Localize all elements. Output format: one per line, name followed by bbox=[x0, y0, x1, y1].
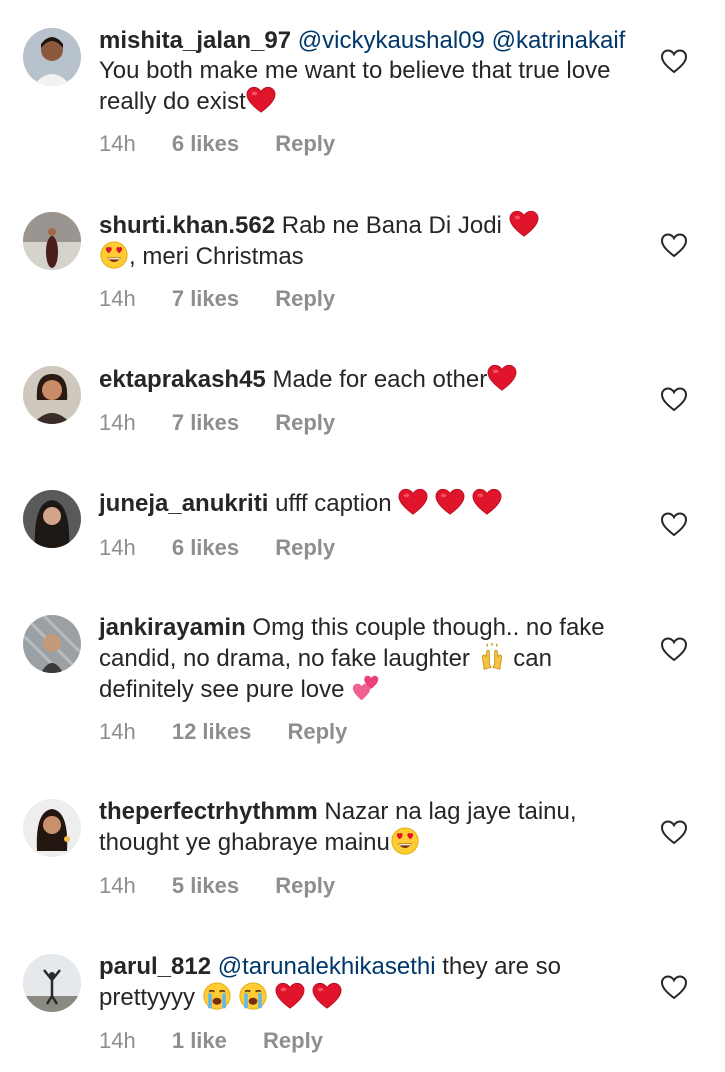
red-heart-emoji bbox=[487, 364, 517, 392]
heart-outline-icon[interactable] bbox=[660, 511, 688, 537]
comment-time: 14h bbox=[99, 1028, 136, 1053]
heart-outline-icon[interactable] bbox=[660, 386, 688, 412]
red-heart-emoji bbox=[509, 210, 539, 238]
red-heart-emoji bbox=[246, 86, 276, 114]
avatar[interactable] bbox=[23, 28, 81, 86]
comment-text: You both make me want to believe that tr… bbox=[99, 57, 611, 115]
reply-button[interactable]: Reply bbox=[275, 410, 335, 435]
red-heart-emoji bbox=[312, 982, 342, 1010]
comment-text: Rab ne Bana Di Jodi bbox=[281, 212, 502, 239]
comment-time: 14h bbox=[99, 286, 136, 311]
avatar[interactable] bbox=[23, 615, 81, 673]
comment-body: juneja_anukriti ufff caption bbox=[99, 488, 639, 519]
heart-outline-icon[interactable] bbox=[660, 48, 688, 74]
comment-username[interactable]: ektaprakash45 bbox=[99, 366, 266, 393]
heart-outline-icon[interactable] bbox=[660, 232, 688, 258]
comment-username[interactable]: juneja_anukriti bbox=[99, 490, 268, 517]
comment-username[interactable]: parul_812 bbox=[99, 953, 211, 980]
comment-meta: 14h 1 like Reply bbox=[99, 1028, 353, 1054]
avatar[interactable] bbox=[23, 366, 81, 424]
comment-text: , meri Christmas bbox=[129, 243, 304, 270]
red-heart-emoji bbox=[398, 488, 428, 516]
avatar[interactable] bbox=[23, 212, 81, 270]
comment-meta: 14h 6 likes Reply bbox=[99, 535, 365, 561]
comment-meta: 14h 5 likes Reply bbox=[99, 873, 365, 899]
comment-time: 14h bbox=[99, 719, 136, 744]
comment-mention[interactable]: @vickykaushal09 bbox=[298, 27, 485, 54]
comment-username[interactable]: theperfectrhythmm bbox=[99, 798, 318, 825]
red-heart-emoji bbox=[275, 982, 305, 1010]
avatar[interactable] bbox=[23, 954, 81, 1012]
avatar[interactable] bbox=[23, 490, 81, 548]
raised-hands-emoji bbox=[477, 643, 507, 671]
comment-meta: 14h 7 likes Reply bbox=[99, 286, 365, 312]
comment-body: ektaprakash45 Made for each other bbox=[99, 364, 639, 395]
comment-time: 14h bbox=[99, 131, 136, 156]
reply-button[interactable]: Reply bbox=[275, 873, 335, 898]
heart-outline-icon[interactable] bbox=[660, 819, 688, 845]
comment-time: 14h bbox=[99, 410, 136, 435]
reply-button[interactable]: Reply bbox=[263, 1028, 323, 1053]
comment-username[interactable]: shurti.khan.562 bbox=[99, 212, 275, 239]
heart-outline-icon[interactable] bbox=[660, 636, 688, 662]
comment-text: ufff caption bbox=[275, 490, 392, 517]
loudly-crying-emoji bbox=[202, 982, 232, 1010]
comment-meta: 14h 12 likes Reply bbox=[99, 719, 377, 745]
comment-body: parul_812 @tarunalekhikasethi they are s… bbox=[99, 952, 639, 1013]
comment-body: mishita_jalan_97 @vickykaushal09 @katrin… bbox=[99, 26, 639, 117]
heart-eyes-emoji bbox=[390, 827, 420, 855]
reply-button[interactable]: Reply bbox=[287, 719, 347, 744]
comment-likes[interactable]: 1 like bbox=[172, 1028, 227, 1053]
comment-time: 14h bbox=[99, 535, 136, 560]
comment-meta: 14h 7 likes Reply bbox=[99, 410, 365, 436]
reply-button[interactable]: Reply bbox=[275, 286, 335, 311]
comment-username[interactable]: mishita_jalan_97 bbox=[99, 27, 291, 54]
comment-time: 14h bbox=[99, 873, 136, 898]
reply-button[interactable]: Reply bbox=[275, 131, 335, 156]
reply-button[interactable]: Reply bbox=[275, 535, 335, 560]
comment-likes[interactable]: 6 likes bbox=[172, 131, 239, 156]
comment-likes[interactable]: 7 likes bbox=[172, 286, 239, 311]
loudly-crying-emoji bbox=[238, 982, 268, 1010]
comment-likes[interactable]: 6 likes bbox=[172, 535, 239, 560]
comment-body: theperfectrhythmm Nazar na lag jaye tain… bbox=[99, 797, 639, 858]
comment-username[interactable]: jankirayamin bbox=[99, 614, 246, 641]
comment-body: shurti.khan.562 Rab ne Bana Di Jodi , me… bbox=[99, 210, 639, 272]
avatar[interactable] bbox=[23, 799, 81, 857]
red-heart-emoji bbox=[435, 488, 465, 516]
heart-eyes-emoji bbox=[99, 241, 129, 269]
comment-text: Made for each other bbox=[272, 366, 488, 393]
comment-likes[interactable]: 12 likes bbox=[172, 719, 252, 744]
comment-likes[interactable]: 5 likes bbox=[172, 873, 239, 898]
comments-list: mishita_jalan_97 @vickykaushal09 @katrin… bbox=[0, 0, 725, 1072]
red-heart-emoji bbox=[472, 488, 502, 516]
comment-meta: 14h 6 likes Reply bbox=[99, 131, 365, 157]
comment-mention[interactable]: @tarunalekhikasethi bbox=[218, 953, 436, 980]
comment-body: jankirayamin Omg this couple though.. no… bbox=[99, 613, 639, 705]
two-hearts-emoji bbox=[351, 674, 381, 702]
comment-likes[interactable]: 7 likes bbox=[172, 410, 239, 435]
comment-mention[interactable]: @katrinakaif bbox=[492, 27, 626, 54]
heart-outline-icon[interactable] bbox=[660, 974, 688, 1000]
